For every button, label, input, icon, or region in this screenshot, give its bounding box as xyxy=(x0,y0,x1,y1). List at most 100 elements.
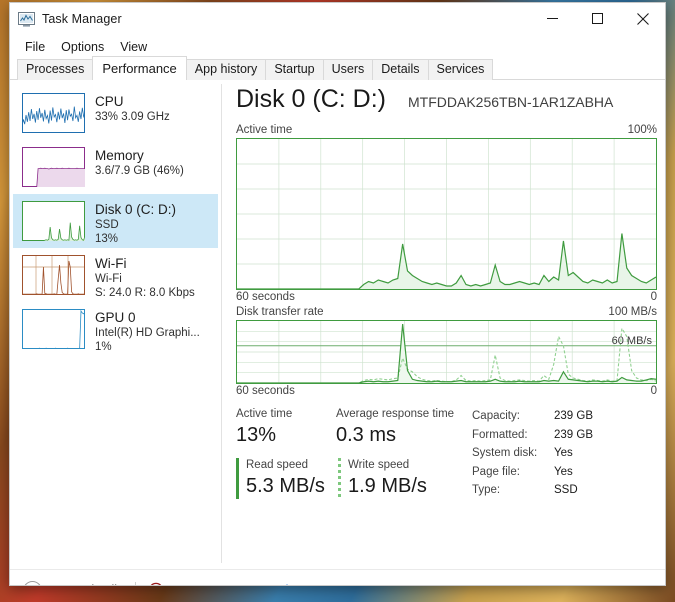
footer-bar: Fewer details Open Resource Monitor xyxy=(10,569,665,585)
content-area: CPU 33% 3.09 GHz Memory 3.6/7.9 GB (46%) xyxy=(10,80,665,569)
transfer-rate-span: 60 seconds xyxy=(236,385,295,397)
sidebar-item-wifi[interactable]: Wi-Fi Wi-Fi S: 24.0 R: 8.0 Kbps xyxy=(13,248,218,302)
tab-startup[interactable]: Startup xyxy=(265,59,324,80)
resource-monitor-label: Open Resource Monitor xyxy=(170,583,303,585)
stat-write-value: 1.9 MB/s xyxy=(348,475,427,497)
stat-response-time: Average response time 0.3 ms xyxy=(336,407,468,448)
stat-read-value: 5.3 MB/s xyxy=(246,475,325,497)
minimize-button[interactable] xyxy=(530,3,575,34)
detail-system-disk: System disk: Yes xyxy=(472,444,657,463)
tab-app-history[interactable]: App history xyxy=(185,59,267,80)
stat-active-time-label: Active time xyxy=(236,408,293,420)
resource-monitor-icon xyxy=(148,582,164,585)
detail-page-file-value: Yes xyxy=(554,465,573,478)
sidebar-disk-sub2: 13% xyxy=(95,233,119,245)
detail-formatted-value: 239 GB xyxy=(554,428,593,441)
sidebar-wifi-sub1: Wi-Fi xyxy=(95,273,122,285)
transfer-rate-max: 100 MB/s xyxy=(608,306,657,318)
stat-write-label: Write speed xyxy=(348,459,410,471)
active-time-span: 60 seconds xyxy=(236,291,295,303)
detail-page-file: Page file: Yes xyxy=(472,463,657,482)
sidebar-memory-sub: 3.6/7.9 GB (46%) xyxy=(95,165,184,177)
footer-divider xyxy=(135,581,137,585)
sidebar-cpu-sub: 33% 3.09 GHz xyxy=(95,111,170,123)
memory-thumbnail-graph xyxy=(22,147,85,187)
tab-processes[interactable]: Processes xyxy=(17,59,94,80)
detail-formatted: Formatted: 239 GB xyxy=(472,426,657,445)
statistics-area: Active time 13% Average response time 0.… xyxy=(236,407,657,500)
tab-performance[interactable]: Performance xyxy=(92,56,187,80)
open-resource-monitor-link[interactable]: Open Resource Monitor xyxy=(148,582,303,585)
primary-stats-row: Active time 13% Average response time 0.… xyxy=(236,407,468,448)
sidebar-item-memory[interactable]: Memory 3.6/7.9 GB (46%) xyxy=(13,140,218,194)
detail-capacity-key: Capacity: xyxy=(472,410,520,422)
active-time-axis: 60 seconds 0 xyxy=(236,291,657,303)
menu-bar: File Options View xyxy=(10,35,665,58)
maximize-button[interactable] xyxy=(575,3,620,34)
wifi-thumbnail-graph xyxy=(22,255,85,295)
transfer-rate-annotation: 60 MB/s xyxy=(611,335,652,347)
stat-response-value: 0.3 ms xyxy=(336,424,397,446)
speed-stats-row: Read speed 5.3 MB/s Write speed 1.9 MB/s xyxy=(236,458,468,499)
detail-capacity: Capacity: 239 GB xyxy=(472,407,657,426)
detail-type: Type: SSD xyxy=(472,481,657,500)
task-manager-icon xyxy=(18,11,35,28)
fewer-details-label: Fewer details xyxy=(49,583,123,585)
tab-services[interactable]: Services xyxy=(427,59,494,80)
tab-users[interactable]: Users xyxy=(322,59,374,80)
sidebar-wifi-sub2: S: 24.0 R: 8.0 Kbps xyxy=(95,287,195,299)
read-speed-legend-bar xyxy=(236,458,239,499)
stat-response-label: Average response time xyxy=(336,408,455,420)
transfer-rate-graph: 60 MB/s xyxy=(236,320,657,384)
write-speed-legend-bar xyxy=(338,458,341,499)
gpu-thumbnail-graph xyxy=(22,309,85,349)
stat-active-time-value: 13% xyxy=(236,424,277,446)
tab-strip: Processes Performance App history Startu… xyxy=(10,56,665,80)
sidebar-cpu-title: CPU xyxy=(95,94,124,109)
sidebar-item-disk[interactable]: Disk 0 (C: D:) SSD 13% xyxy=(13,194,218,248)
menu-options[interactable]: Options xyxy=(53,38,112,56)
active-time-label: Active time xyxy=(236,124,293,136)
sidebar-item-gpu[interactable]: GPU 0 Intel(R) HD Graphi... 1% xyxy=(13,302,218,356)
stat-read-label: Read speed xyxy=(246,459,309,471)
active-time-graph xyxy=(236,138,657,290)
page-title: Disk 0 (C: D:) xyxy=(236,85,386,113)
window-title: Task Manager xyxy=(42,12,122,26)
transfer-rate-axis: 60 seconds 0 xyxy=(236,385,657,397)
transfer-rate-min: 0 xyxy=(650,385,657,397)
sidebar-memory-title: Memory xyxy=(95,148,144,163)
sidebar-disk-title: Disk 0 (C: D:) xyxy=(95,202,176,217)
sidebar-gpu-title: GPU 0 xyxy=(95,310,136,325)
menu-view[interactable]: View xyxy=(112,38,155,56)
detail-type-value: SSD xyxy=(554,484,578,496)
disk-thumbnail-graph xyxy=(22,201,85,241)
performance-sidebar: CPU 33% 3.09 GHz Memory 3.6/7.9 GB (46%) xyxy=(10,80,221,569)
disk-header: Disk 0 (C: D:) MTFDDAK256TBN-1AR1ZABHA xyxy=(236,84,657,124)
disk-detail-panel: Disk 0 (C: D:) MTFDDAK256TBN-1AR1ZABHA A… xyxy=(222,80,665,569)
sidebar-wifi-title: Wi-Fi xyxy=(95,256,127,271)
task-manager-window: Task Manager File Options View Processes… xyxy=(9,2,666,586)
active-time-graph-labels: Active time 100% xyxy=(236,124,657,136)
transfer-rate-graph-labels: Disk transfer rate 100 MB/s xyxy=(236,306,657,318)
sidebar-gpu-sub2: 1% xyxy=(95,341,112,353)
chevron-up-icon xyxy=(23,580,42,585)
active-time-max: 100% xyxy=(627,124,657,136)
close-button[interactable] xyxy=(620,3,665,34)
detail-formatted-key: Formatted: xyxy=(472,428,528,441)
disk-model-name: MTFDDAK256TBN-1AR1ZABHA xyxy=(408,94,614,110)
menu-file[interactable]: File xyxy=(17,38,53,56)
detail-page-file-key: Page file: xyxy=(472,465,520,478)
detail-system-disk-value: Yes xyxy=(554,447,573,459)
stat-read-speed: Read speed 5.3 MB/s xyxy=(236,458,338,499)
fewer-details-button[interactable]: Fewer details xyxy=(23,580,123,585)
stat-active-time: Active time 13% xyxy=(236,407,336,448)
tab-details[interactable]: Details xyxy=(372,59,429,80)
detail-type-key: Type: xyxy=(472,484,501,496)
title-bar: Task Manager xyxy=(10,3,665,35)
disk-details-list: Capacity: 239 GB Formatted: 239 GB Syste… xyxy=(468,407,657,500)
sidebar-gpu-sub1: Intel(R) HD Graphi... xyxy=(95,327,200,339)
sidebar-disk-sub1: SSD xyxy=(95,219,119,231)
cpu-thumbnail-graph xyxy=(22,93,85,133)
sidebar-item-cpu[interactable]: CPU 33% 3.09 GHz xyxy=(13,86,218,140)
detail-capacity-value: 239 GB xyxy=(554,410,593,422)
